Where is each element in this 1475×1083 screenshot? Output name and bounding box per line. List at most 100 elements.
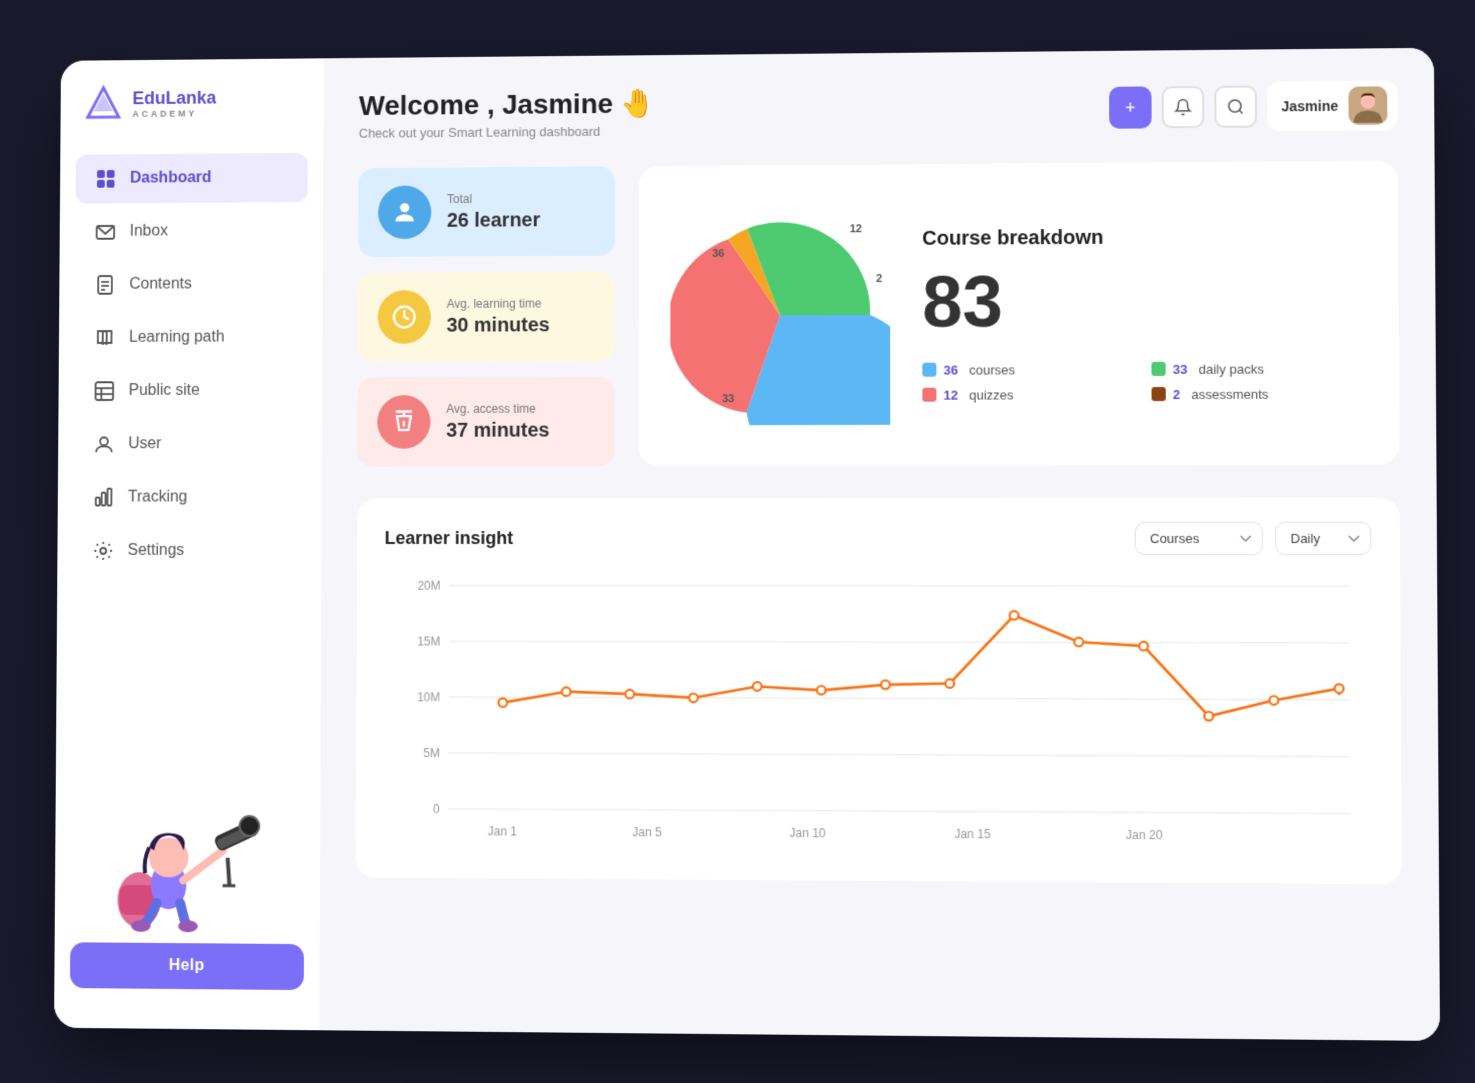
stat-card-learning-time: Avg. learning time 30 minutes (357, 271, 614, 361)
sidebar-item-label: Tracking (127, 488, 186, 506)
user-icon (93, 433, 115, 455)
chart-legend: 36 courses 33 daily packs 12 quizzes (922, 360, 1366, 402)
legend-count: 36 (943, 362, 958, 377)
sidebar-item-label: Public site (128, 381, 199, 399)
sidebar-bottom: Help (54, 769, 320, 1006)
welcome-title: Welcome , Jasmine 🤚 (358, 86, 654, 121)
settings-icon (92, 540, 114, 562)
stat-card-access-time: Avg. access time 37 minutes (357, 376, 614, 466)
svg-text:Jan 5: Jan 5 (632, 824, 662, 838)
stat-value: 26 learner (446, 208, 539, 231)
stat-card-learners: Total 26 learner (358, 166, 615, 257)
legend-label: assessments (1191, 386, 1268, 401)
insight-filters: Courses Quizzes Assessments Daily Weekly… (1134, 521, 1371, 554)
sidebar: EduLanka ACADEMY Dashboard (54, 58, 324, 1030)
legend-count: 2 (1172, 386, 1179, 401)
bar-chart-icon (92, 486, 114, 508)
sidebar-item-user[interactable]: User (73, 419, 306, 469)
stats-cards: Total 26 learner Avg. learning time 30 m… (357, 166, 615, 466)
legend-count: 12 (943, 387, 958, 402)
logo-area: EduLanka ACADEMY (60, 81, 323, 154)
legend-dot (1151, 361, 1165, 375)
svg-text:Jan 20: Jan 20 (1125, 827, 1162, 841)
sidebar-item-inbox[interactable]: Inbox (75, 205, 307, 256)
timer-icon (377, 395, 430, 449)
svg-text:20M: 20M (417, 578, 440, 592)
chart-total: 83 (922, 263, 1366, 337)
sidebar-item-label: Dashboard (130, 169, 212, 187)
pie-label-33: 33 (722, 393, 734, 405)
svg-text:Jan 10: Jan 10 (789, 825, 826, 839)
pie-label-36: 36 (712, 247, 724, 259)
sidebar-item-label: Settings (127, 542, 184, 560)
legend-dot (922, 362, 936, 376)
svg-text:15M: 15M (417, 634, 440, 648)
brand-sub: ACADEMY (132, 107, 216, 118)
user-profile[interactable]: Jasmine (1266, 80, 1397, 131)
svg-text:0: 0 (433, 802, 440, 816)
filter-period-select[interactable]: Daily Weekly Monthly (1275, 521, 1371, 554)
sidebar-item-dashboard[interactable]: Dashboard (75, 152, 307, 203)
add-button[interactable]: + (1109, 86, 1152, 128)
insight-header: Learner insight Courses Quizzes Assessme… (384, 521, 1371, 554)
brand-name: EduLanka (132, 87, 216, 108)
stat-value: 30 minutes (446, 313, 549, 336)
user-avatar (1348, 86, 1387, 124)
search-button[interactable] (1214, 85, 1257, 127)
legend-item-assessments: 2 assessments (1151, 385, 1366, 401)
chart-info: Course breakdown 83 36 courses 33 daily … (922, 224, 1366, 402)
svg-text:5M: 5M (423, 746, 440, 760)
sidebar-item-settings[interactable]: Settings (72, 526, 305, 576)
stat-value: 37 minutes (446, 419, 549, 442)
top-section: Total 26 learner Avg. learning time 30 m… (357, 160, 1399, 466)
grid-icon (95, 168, 117, 190)
sidebar-item-learning-path[interactable]: Learning path (74, 312, 307, 362)
book-icon (93, 327, 115, 349)
chart-card: 36 12 2 33 Course breakdown 83 36 course… (638, 160, 1399, 466)
legend-label: daily packs (1198, 361, 1263, 376)
filter-type-select[interactable]: Courses Quizzes Assessments (1134, 521, 1262, 554)
legend-label: quizzes (969, 386, 1013, 401)
illustration (70, 785, 267, 935)
legend-item-quizzes: 12 quizzes (922, 386, 1135, 402)
legend-dot (1151, 386, 1165, 400)
stat-label: Avg. access time (446, 401, 549, 415)
help-button[interactable]: Help (69, 942, 303, 990)
chart-title: Course breakdown (922, 224, 1365, 250)
header-actions: + Jasmine (1109, 80, 1398, 132)
sidebar-item-label: User (128, 435, 161, 453)
legend-label: courses (969, 361, 1015, 376)
stat-label: Total (447, 191, 540, 205)
welcome-subtitle: Check out your Smart Learning dashboard (358, 123, 654, 140)
sidebar-item-public-site[interactable]: Public site (73, 365, 306, 415)
insight-title: Learner insight (384, 528, 513, 549)
learner-icon (378, 185, 431, 239)
insight-section: Learner insight Courses Quizzes Assessme… (355, 497, 1401, 884)
file-icon (94, 274, 116, 296)
main-content: Welcome , Jasmine 🤚 Check out your Smart… (319, 47, 1440, 1040)
legend-item-daily-packs: 33 daily packs (1151, 360, 1366, 376)
pie-label-12: 12 (849, 223, 861, 235)
svg-text:Jan 1: Jan 1 (487, 823, 516, 837)
legend-item-courses: 36 courses (922, 361, 1135, 377)
page-header: Welcome , Jasmine 🤚 Check out your Smart… (358, 80, 1397, 140)
legend-dot (922, 387, 936, 401)
svg-text:Jan 15: Jan 15 (954, 826, 991, 840)
nav-menu: Dashboard Inbox (55, 152, 323, 770)
user-name: Jasmine (1281, 97, 1338, 114)
legend-count: 33 (1172, 361, 1187, 376)
svg-text:10M: 10M (417, 690, 440, 704)
mail-icon (94, 220, 116, 242)
sidebar-item-label: Contents (129, 275, 192, 293)
clock-icon (377, 290, 430, 344)
sidebar-item-label: Inbox (129, 222, 167, 240)
line-chart: 20M 15M 10M 5M 0 Jan 1 Jan 5 Jan 10 Jan … (383, 574, 1373, 859)
sidebar-item-tracking[interactable]: Tracking (73, 472, 306, 522)
table-icon (93, 380, 115, 402)
sidebar-item-contents[interactable]: Contents (74, 259, 307, 309)
welcome-block: Welcome , Jasmine 🤚 Check out your Smart… (358, 86, 655, 140)
bell-button[interactable] (1161, 85, 1204, 127)
pie-label-2: 2 (875, 272, 881, 284)
logo-icon (83, 83, 122, 122)
stat-label: Avg. learning time (446, 296, 549, 310)
